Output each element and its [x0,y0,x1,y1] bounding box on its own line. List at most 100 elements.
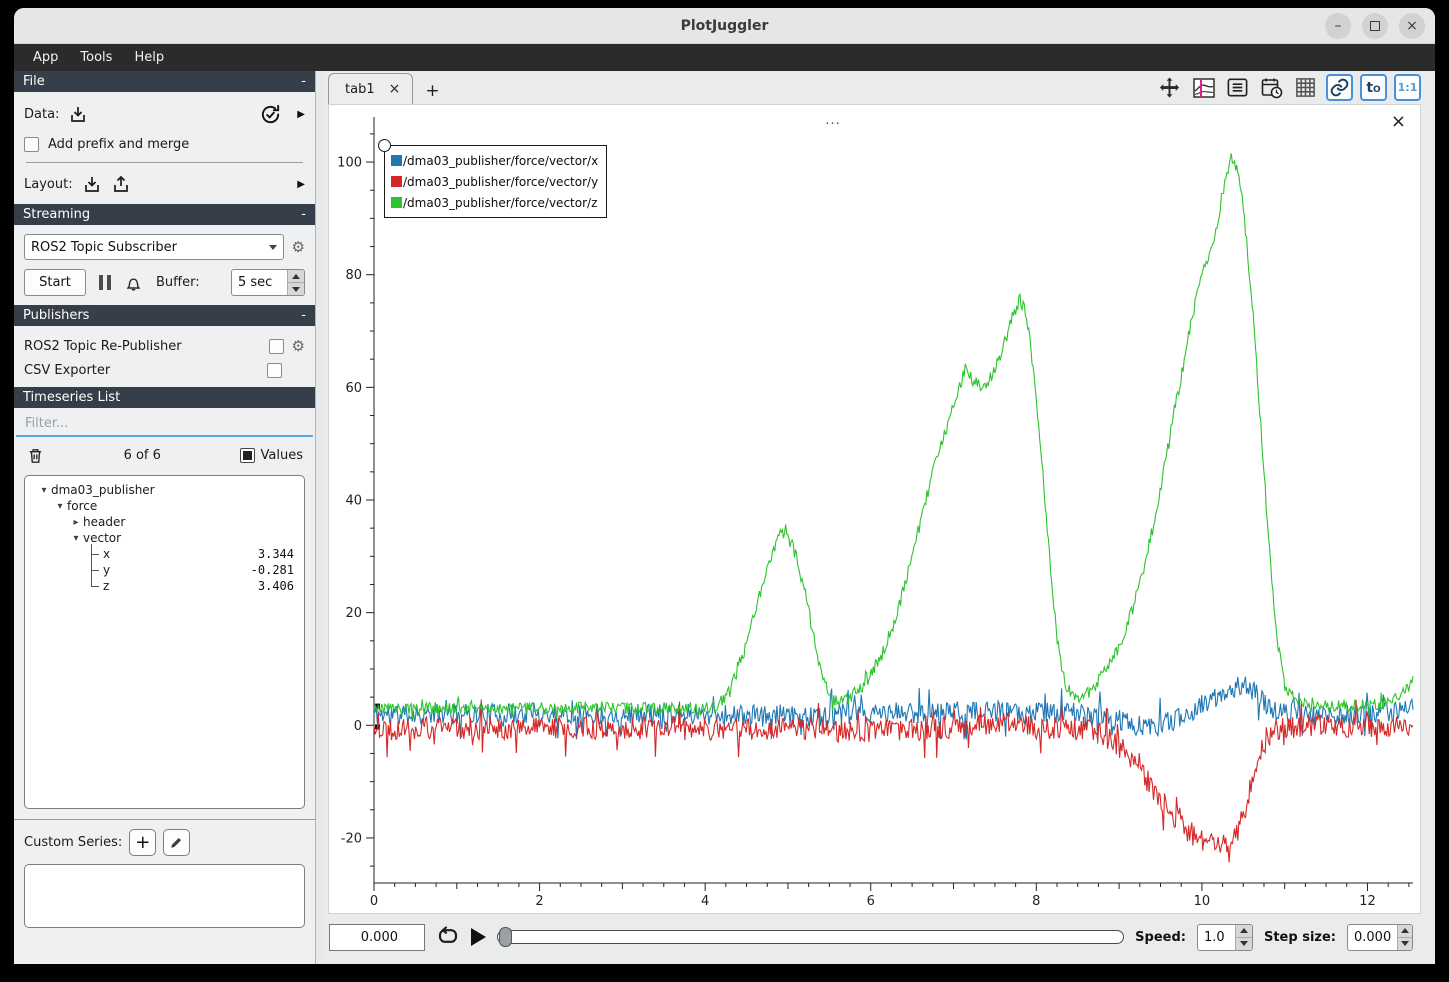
slider-handle[interactable] [499,927,512,947]
tree-label[interactable]: vector [83,531,121,545]
tree-row[interactable]: ▾ force [31,498,298,514]
tree-label[interactable]: dma03_publisher [51,483,155,497]
file-section-header[interactable]: File - [14,71,315,92]
tree-row[interactable]: ▾ vector [31,530,298,546]
tree-label[interactable]: z [103,579,109,593]
legend-toggle-button[interactable] [1224,74,1251,101]
notifications-button[interactable] [124,273,143,292]
legend-entry[interactable]: /dma03_publisher/force/vector/z [391,192,598,213]
plot-close-icon[interactable]: × [1391,113,1406,131]
legend-entry[interactable]: /dma03_publisher/force/vector/x [391,150,598,171]
step-size-spinbox[interactable]: 0.000 [1347,924,1413,951]
tree-label[interactable]: force [67,499,97,513]
speed-spinbox[interactable]: 1.0 [1197,924,1253,951]
legend-drag-handle-icon[interactable] [378,139,391,152]
tree-row[interactable]: z 3.406 [31,578,298,594]
plot-area[interactable]: -20020406080100024681012 ... × /dma03_pu… [328,104,1421,914]
save-layout-button[interactable] [111,174,131,194]
custom-series-list[interactable] [24,864,305,928]
spin-down-icon[interactable] [1236,937,1252,950]
menu-help[interactable]: Help [123,44,175,71]
spin-down-icon[interactable] [288,282,304,295]
data-menu-arrow-icon[interactable]: ▶ [297,109,305,120]
streaming-gear-icon[interactable]: ⚙ [292,240,305,255]
legend-label[interactable]: /dma03_publisher/force/vector/y [403,175,598,189]
file-section-title: File [23,74,45,89]
tab-tab1[interactable]: tab1 × [328,73,413,104]
close-button[interactable]: × [1399,13,1425,39]
pan-zoom-button[interactable] [1156,74,1183,101]
collapse-icon[interactable]: - [301,207,306,222]
tree-label[interactable]: header [83,515,125,529]
grid-layout-button[interactable] [1292,74,1319,101]
tree-row[interactable]: ▾ dma03_publisher [31,482,298,498]
step-size-value[interactable]: 0.000 [1348,925,1397,950]
spin-down-icon[interactable] [1398,937,1412,950]
ratio-button[interactable]: 1:1 [1394,74,1421,101]
csv-exporter-checkbox[interactable] [267,363,282,378]
new-tab-button[interactable]: + [413,81,451,101]
tree-row[interactable]: x 3.344 [31,546,298,562]
expand-open-icon[interactable]: ▾ [53,501,67,512]
speed-value[interactable]: 1.0 [1198,925,1235,950]
load-data-button[interactable] [68,104,88,124]
filter-input[interactable] [16,412,313,437]
spin-up-icon[interactable] [288,270,304,282]
buffer-spinbox[interactable]: 5 sec [231,269,305,296]
chart-canvas[interactable]: -20020406080100024681012 [329,105,1420,913]
start-button[interactable]: Start [24,269,86,296]
spin-up-icon[interactable] [1236,925,1252,937]
legend-label[interactable]: /dma03_publisher/force/vector/z [403,196,597,210]
tree-label[interactable]: y [103,563,110,577]
tree-row[interactable]: ▸ header [31,514,298,530]
streaming-section-header[interactable]: Streaming - [14,204,315,225]
minimize-button[interactable]: – [1325,13,1351,39]
tracker-button[interactable] [1190,74,1217,101]
play-button[interactable] [471,928,486,946]
svg-text:60: 60 [345,381,362,396]
menu-app[interactable]: App [22,44,69,71]
datetime-button[interactable] [1258,74,1285,101]
svg-text:20: 20 [345,606,362,621]
layout-menu-arrow-icon[interactable]: ▶ [297,179,305,190]
legend-label[interactable]: /dma03_publisher/force/vector/x [403,154,598,168]
add-custom-series-button[interactable]: + [129,829,156,856]
load-layout-button[interactable] [82,174,102,194]
timeline-slider[interactable] [497,930,1124,944]
values-checkbox[interactable] [240,448,255,463]
tree-label[interactable]: x [103,547,110,561]
panel-splitter[interactable] [316,71,323,964]
svg-text:8: 8 [1032,894,1040,909]
plus-icon: + [135,832,150,853]
reload-data-button[interactable] [259,103,282,126]
buffer-value[interactable]: 5 sec [232,270,287,295]
expand-open-icon[interactable]: ▾ [37,485,51,496]
spin-up-icon[interactable] [1398,925,1412,937]
timeseries-tree[interactable]: ▾ dma03_publisher ▾ force ▸ header ▾ vec… [24,475,305,809]
loop-button[interactable] [436,925,460,949]
tree-row[interactable]: y -0.281 [31,562,298,578]
timeseries-section-header: Timeseries List [14,387,315,408]
maximize-button[interactable] [1362,13,1388,39]
streaming-source-select[interactable]: ROS2 Topic Subscriber [24,234,284,260]
publishers-section-header[interactable]: Publishers - [14,305,315,326]
edit-custom-series-button[interactable] [163,829,190,856]
time-field[interactable]: 0.000 [329,924,425,951]
expand-open-icon[interactable]: ▾ [69,533,83,544]
republisher-label: ROS2 Topic Re-Publisher [24,339,182,354]
tab-close-icon[interactable]: × [389,81,401,97]
add-prefix-checkbox[interactable] [24,137,39,152]
collapse-icon[interactable]: - [301,74,306,89]
menu-tools[interactable]: Tools [69,44,123,71]
pause-icon[interactable] [99,275,111,290]
expand-closed-icon[interactable]: ▸ [69,517,83,528]
republisher-gear-icon[interactable]: ⚙ [292,339,305,354]
link-ranges-button[interactable] [1326,74,1353,101]
collapse-icon[interactable]: - [301,308,306,323]
plot-legend[interactable]: /dma03_publisher/force/vector/x /dma03_p… [384,145,607,218]
delete-series-button[interactable] [26,446,45,465]
plot-overflow-dots[interactable]: ... [825,113,840,128]
time-offset-button[interactable]: tO [1360,74,1387,101]
republisher-checkbox[interactable] [269,339,284,354]
legend-entry[interactable]: /dma03_publisher/force/vector/y [391,171,598,192]
